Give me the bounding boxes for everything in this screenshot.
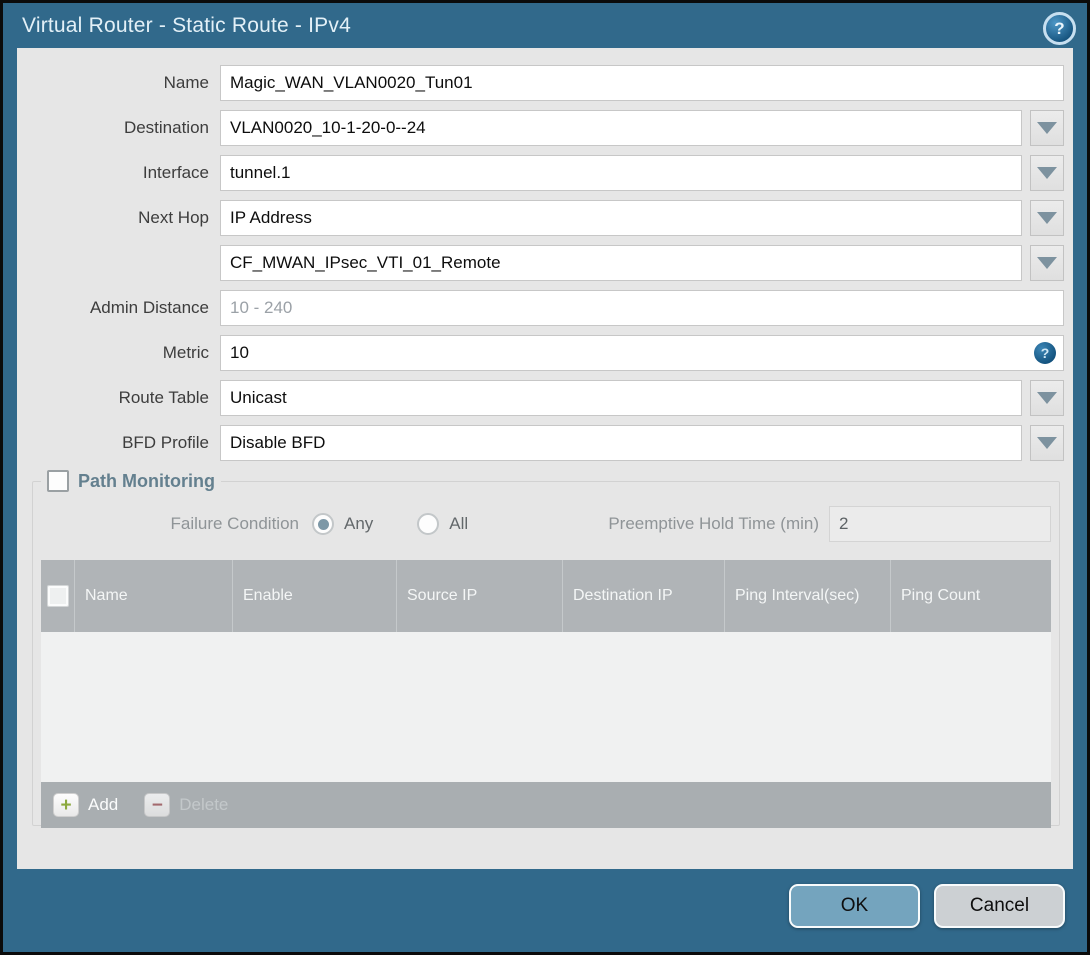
column-header-name[interactable]: Name <box>75 560 233 632</box>
chevron-down-icon <box>1037 392 1057 404</box>
bfd-profile-label: BFD Profile <box>122 433 209 452</box>
path-monitoring-section: Path Monitoring Failure Condition Any Al… <box>32 470 1060 828</box>
destination-dropdown-button[interactable] <box>1030 110 1064 146</box>
next-hop-address-dropdown-button[interactable] <box>1030 245 1064 281</box>
name-input[interactable] <box>220 65 1064 101</box>
column-header-ping-count[interactable]: Ping Count <box>891 560 1051 632</box>
cancel-button[interactable]: Cancel <box>934 884 1065 928</box>
table-body-empty <box>41 632 1051 782</box>
dialog-titlebar: Virtual Router - Static Route - IPv4 ? <box>3 3 1087 48</box>
minus-icon <box>144 793 171 817</box>
admin-distance-row: Admin Distance <box>17 290 1064 326</box>
delete-button[interactable]: Delete <box>144 793 228 817</box>
static-route-form: Name Destination Interface <box>17 48 1073 461</box>
column-header-destination-ip[interactable]: Destination IP <box>563 560 725 632</box>
failure-condition-all-label: All <box>449 514 469 533</box>
path-monitoring-checkbox[interactable] <box>47 470 69 492</box>
next-hop-type-input[interactable] <box>220 200 1022 236</box>
destination-input[interactable] <box>220 110 1022 146</box>
metric-row: Metric ? <box>17 335 1064 371</box>
bfd-profile-dropdown-button[interactable] <box>1030 425 1064 461</box>
bfd-profile-input[interactable] <box>220 425 1022 461</box>
destination-row: Destination <box>17 110 1064 146</box>
add-button-label: Add <box>88 795 119 814</box>
name-label: Name <box>163 73 209 92</box>
select-all-checkbox[interactable] <box>46 585 69 607</box>
plus-icon <box>53 793 79 817</box>
next-hop-address-input[interactable] <box>220 245 1022 281</box>
metric-label: Metric <box>162 343 209 362</box>
path-monitoring-table: Name Enable Source IP Destination IP Pin… <box>41 560 1051 828</box>
chevron-down-icon <box>1037 167 1057 179</box>
route-table-row: Route Table <box>17 380 1064 416</box>
path-monitoring-legend: Path Monitoring <box>41 470 221 492</box>
route-table-dropdown-button[interactable] <box>1030 380 1064 416</box>
help-icon[interactable]: ? <box>1043 12 1076 45</box>
table-header-checkbox-cell <box>41 560 75 632</box>
add-button[interactable]: Add <box>53 793 118 817</box>
interface-input[interactable] <box>220 155 1022 191</box>
path-monitoring-label: Path Monitoring <box>78 470 215 491</box>
ok-button[interactable]: OK <box>789 884 920 928</box>
delete-button-label: Delete <box>179 795 229 814</box>
dialog-content: Name Destination Interface <box>17 48 1073 869</box>
next-hop-address-row <box>17 245 1064 281</box>
interface-label: Interface <box>142 163 209 182</box>
chevron-down-icon <box>1037 437 1057 449</box>
chevron-down-icon <box>1037 257 1057 269</box>
chevron-down-icon <box>1037 212 1057 224</box>
destination-label: Destination <box>123 118 209 137</box>
admin-distance-label: Admin Distance <box>89 298 209 317</box>
failure-condition-label: Failure Condition <box>170 514 299 533</box>
interface-row: Interface <box>17 155 1064 191</box>
preemptive-hold-time-label: Preemptive Hold Time (min) <box>608 514 819 533</box>
name-row: Name <box>17 65 1064 101</box>
route-table-input[interactable] <box>220 380 1022 416</box>
column-header-enable[interactable]: Enable <box>233 560 397 632</box>
table-header-row: Name Enable Source IP Destination IP Pin… <box>41 560 1051 632</box>
admin-distance-input[interactable] <box>220 290 1064 326</box>
bfd-profile-row: BFD Profile <box>17 425 1064 461</box>
route-table-label: Route Table <box>118 388 209 407</box>
interface-dropdown-button[interactable] <box>1030 155 1064 191</box>
next-hop-type-dropdown-button[interactable] <box>1030 200 1064 236</box>
failure-condition-all-radio[interactable] <box>417 513 440 535</box>
failure-condition-any-radio[interactable] <box>312 513 334 535</box>
next-hop-label: Next Hop <box>138 208 209 227</box>
failure-condition-any-label: Any <box>344 514 374 533</box>
next-hop-row: Next Hop <box>17 200 1064 236</box>
column-header-source-ip[interactable]: Source IP <box>397 560 563 632</box>
static-route-dialog: Virtual Router - Static Route - IPv4 ? N… <box>3 3 1087 952</box>
metric-input[interactable] <box>220 335 1064 371</box>
preemptive-hold-time-input[interactable] <box>829 506 1051 542</box>
column-header-ping-interval[interactable]: Ping Interval(sec) <box>725 560 891 632</box>
radio-dot-icon <box>317 518 329 530</box>
chevron-down-icon <box>1037 122 1057 134</box>
table-toolbar: Add Delete <box>41 782 1051 828</box>
dialog-title: Virtual Router - Static Route - IPv4 <box>22 13 351 37</box>
dialog-footer: OK Cancel <box>3 869 1087 952</box>
metric-help-icon[interactable]: ? <box>1034 342 1056 364</box>
failure-condition-row: Failure Condition Any All Preemptive Hol… <box>41 506 1051 542</box>
